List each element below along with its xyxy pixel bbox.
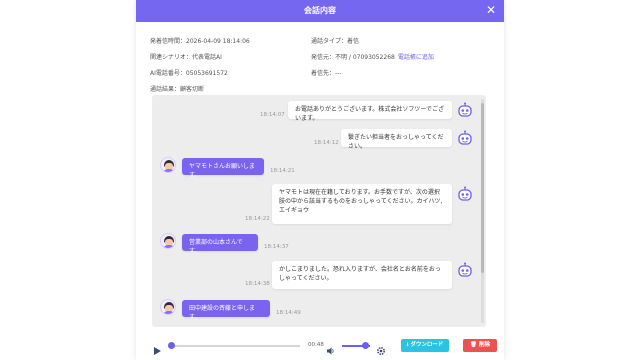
bot-message: ヤマモトは現在在籍しております。お手数ですが、次の選択肢の中から該当するものをお… <box>272 184 452 224</box>
bot-message: 繋ぎたい担当者をおっしゃってください。 <box>341 129 452 150</box>
robot-icon <box>457 130 473 146</box>
modal-title: 会話内容 <box>304 6 336 15</box>
close-icon[interactable]: ✕ <box>484 3 498 17</box>
playback-time: 00:48 <box>308 342 324 348</box>
chat-scrollbar[interactable] <box>481 99 484 323</box>
bot-message: お電話ありがとうございます。株式会社ソフツーでございます。 <box>288 101 452 122</box>
user-message: 営業部の山本さんです。 <box>182 234 258 255</box>
received-time: 発着信時間：2026-04-09 18:14:06 <box>150 38 250 45</box>
bot-message: かしこまりました。恐れ入りますが、会社名とお名前をおっしゃってください。 <box>272 261 452 289</box>
progress-thumb[interactable] <box>168 342 176 349</box>
robot-icon <box>457 102 473 118</box>
delete-button[interactable]: 🗑 削除 <box>463 339 497 352</box>
call-result: 通話結果：顧客切断 <box>150 86 205 93</box>
volume-icon[interactable] <box>326 341 335 355</box>
add-to-phonebook-link[interactable]: 電話帳に追加 <box>398 54 434 61</box>
destination: 着信先：--- <box>311 70 342 77</box>
trash-icon: 🗑 <box>470 342 478 348</box>
volume-thumb[interactable] <box>362 342 370 349</box>
user-avatar <box>160 299 176 315</box>
message-time: 18:14:22 <box>245 216 270 222</box>
related-scenario: 関連シナリオ：代表電話AI <box>150 54 222 61</box>
download-label: ダウンロード <box>410 342 444 348</box>
user-message: ヤマモトさんお願いします。 <box>182 158 264 179</box>
message-time: 18:14:49 <box>276 310 301 316</box>
robot-icon <box>457 186 473 202</box>
download-icon: ⭳ <box>406 342 409 348</box>
audio-player: 00:48 <box>148 338 386 356</box>
conversation-modal: 会話内容 ✕ 発着信時間：2026-04-09 18:14:06 通話タイプ：着… <box>136 0 504 360</box>
progress-track[interactable] <box>168 345 300 347</box>
user-message: 田中建設の斉藤と申します。 <box>182 300 270 321</box>
chat-scrollbar-thumb[interactable] <box>481 103 484 273</box>
caller-number: 発信元：不明 / 07093052268 <box>311 54 395 61</box>
modal-header: 会話内容 ✕ <box>136 0 504 22</box>
robot-icon <box>457 262 473 278</box>
chat-log[interactable]: 18:14:07 お電話ありがとうございます。株式会社ソフツーでございます。 1… <box>152 95 486 327</box>
caller-info: 発信元：不明 / 07093052268 電話帳に追加 <box>311 52 434 61</box>
call-type: 通話タイプ：着信 <box>311 38 360 45</box>
ai-phone-number: AI電話番号：05053691572 <box>150 70 228 77</box>
message-time: 18:14:38 <box>245 281 270 287</box>
gear-icon[interactable] <box>376 341 386 356</box>
play-icon[interactable] <box>152 341 162 355</box>
delete-label: 削除 <box>478 342 490 348</box>
message-time: 18:14:21 <box>270 168 295 174</box>
download-button[interactable]: ⭳ ダウンロード <box>401 339 449 352</box>
message-time: 18:14:07 <box>260 112 285 118</box>
user-avatar <box>160 233 176 249</box>
message-time: 18:14:37 <box>264 244 289 250</box>
message-time: 18:14:12 <box>314 140 339 146</box>
user-avatar <box>160 157 176 173</box>
